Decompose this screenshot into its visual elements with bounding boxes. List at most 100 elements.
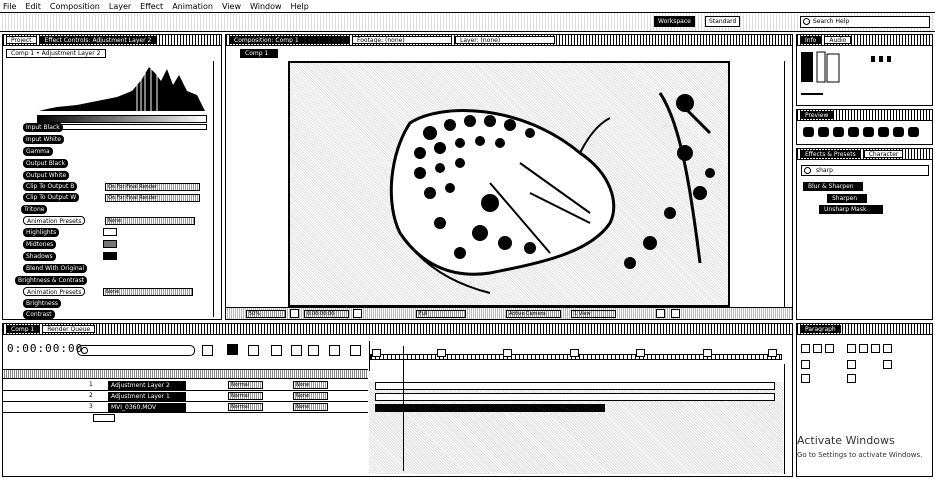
param-midtones[interactable]: Midtones [23,240,57,249]
category-blur-sharpen[interactable]: Blur & Sharpen [803,182,863,191]
tab-info[interactable]: Info [800,36,822,44]
tab-project[interactable]: Project [6,36,37,44]
tritone-preset-dropdown[interactable]: None [105,217,195,225]
effect-unsharp-mask[interactable]: Unsharp Mask [819,205,883,214]
align-left-icon[interactable] [801,344,810,353]
last-frame-icon[interactable] [863,127,874,137]
layer-parent-dropdown[interactable]: None [293,381,328,389]
clip-black-dropdown[interactable]: On For Final Render [105,183,200,191]
effect-sharpen[interactable]: Sharpen [827,194,867,203]
view-layout-dropdown[interactable]: 1 View [571,310,616,318]
justify-all-icon[interactable] [883,344,892,353]
menu-file[interactable]: File [3,2,16,11]
tab-timeline-comp[interactable]: Comp 1 [6,325,40,333]
align-right-icon[interactable] [825,344,834,353]
tab-character[interactable]: Character [863,150,904,158]
effects-scrollbar[interactable] [213,61,221,317]
menu-edit[interactable]: Edit [25,2,41,11]
toggle-switches-button[interactable] [93,414,115,422]
layer-name[interactable]: MVI_0360.MOV [108,403,186,412]
frame-blend-icon[interactable] [271,345,282,356]
layer-mode-dropdown[interactable]: Normal [228,392,263,400]
timeline-timecode[interactable]: 0:00:00:00 [7,342,83,355]
param-clip-output-black[interactable]: Clip To Output B [23,182,78,191]
viewer-scrollbar[interactable] [784,61,792,309]
snapshot-icon[interactable] [353,309,362,318]
tab-preview[interactable]: Preview [800,111,834,119]
param-input-white[interactable]: Input White [23,135,64,144]
justify-center-icon[interactable] [859,344,868,353]
input-gradient-slider[interactable] [37,115,207,123]
prev-frame-icon[interactable] [818,127,829,137]
layer-parent-dropdown[interactable]: None [293,403,328,411]
graph-editor-icon[interactable] [308,345,319,356]
param-output-black[interactable]: Output Black [23,159,68,168]
justify-left-icon[interactable] [847,344,856,353]
layer-search-input[interactable] [77,345,195,356]
indent-left-icon[interactable] [801,360,810,369]
param-blend-with-original[interactable]: Blend With Original [23,264,88,273]
loop-icon[interactable] [893,127,904,137]
tab-effect-controls[interactable]: Effect Controls: Adjustment Layer 2 [39,36,157,44]
tab-render-queue[interactable]: Render Queue [42,325,96,333]
param-highlights[interactable]: Highlights [23,228,60,237]
tab-audio[interactable]: Audio [824,36,852,44]
tab-effects-presets[interactable]: Effects & Presets [800,150,861,158]
play-icon[interactable] [833,127,844,137]
tab-layer[interactable]: Layer: (none) [455,36,555,44]
composition-viewer[interactable] [288,61,730,307]
layer-name[interactable]: Adjustment Layer 2 [108,381,186,390]
param-clip-output-white[interactable]: Clip To Output W [23,193,80,202]
space-before-icon[interactable] [801,374,810,383]
tab-paragraph[interactable]: Paragraph [800,325,841,333]
layer-row[interactable]: 2 Adjustment Layer 1 Normal None [3,391,368,402]
menu-composition[interactable]: Composition [50,2,100,11]
menu-window[interactable]: Window [250,2,282,11]
resolution-dropdown[interactable]: Full [416,310,466,318]
first-frame-icon[interactable] [803,127,814,137]
marker-icon[interactable] [503,349,512,357]
effect-tritone[interactable]: Tritone [21,205,48,214]
param-shadows[interactable]: Shadows [23,252,56,261]
timeline-scrollbar[interactable] [784,364,792,474]
draft-3d-icon[interactable] [227,344,238,355]
marker-icon[interactable] [768,349,777,357]
clip-white-dropdown[interactable]: On For Final Render [105,194,200,202]
layer-duration-bar[interactable] [375,393,775,401]
zoom-dropdown[interactable]: 50% [246,310,286,318]
timecode-display[interactable]: 0:00:00:00 [304,310,349,318]
param-contrast[interactable]: Contrast [23,310,55,319]
layer-row[interactable]: 3 MVI_0360.MOV Normal None [3,402,368,413]
brainstorm-icon[interactable] [329,345,340,356]
audio-toggle-icon[interactable] [878,127,889,137]
param-output-white[interactable]: Output White [23,171,70,180]
grid-icon[interactable] [656,309,665,318]
layer-mode-dropdown[interactable]: Normal [228,381,263,389]
effects-search-input[interactable]: sharp [801,165,929,176]
layer-duration-bar[interactable] [375,382,775,390]
effect-brightness-contrast[interactable]: Brightness & Contrast [15,276,88,285]
motion-blur-icon[interactable] [291,345,302,356]
param-brightness[interactable]: Brightness [23,299,61,308]
marker-icon[interactable] [570,349,579,357]
bc-preset-dropdown[interactable]: None [103,288,193,296]
marker-icon[interactable] [636,349,645,357]
menu-layer[interactable]: Layer [109,2,131,11]
menu-effect[interactable]: Effect [140,2,163,11]
menu-animation[interactable]: Animation [172,2,213,11]
highlights-swatch[interactable] [103,228,117,236]
comp-mini-flowchart-icon[interactable] [202,345,213,356]
space-after-icon[interactable] [847,374,856,383]
marker-icon[interactable] [703,349,712,357]
justify-right-icon[interactable] [871,344,880,353]
workspace-dropdown[interactable]: Standard [705,16,741,27]
layer-mode-dropdown[interactable]: Normal [228,403,263,411]
marker-icon[interactable] [437,349,446,357]
search-help-input[interactable]: Search Help [800,16,930,28]
resolution-icon[interactable] [290,309,299,318]
tab-footage[interactable]: Footage: (none) [352,36,452,44]
layer-duration-bar[interactable] [375,404,605,412]
param-input-black[interactable]: Input Black [23,123,63,132]
menu-view[interactable]: View [222,2,241,11]
next-frame-icon[interactable] [848,127,859,137]
